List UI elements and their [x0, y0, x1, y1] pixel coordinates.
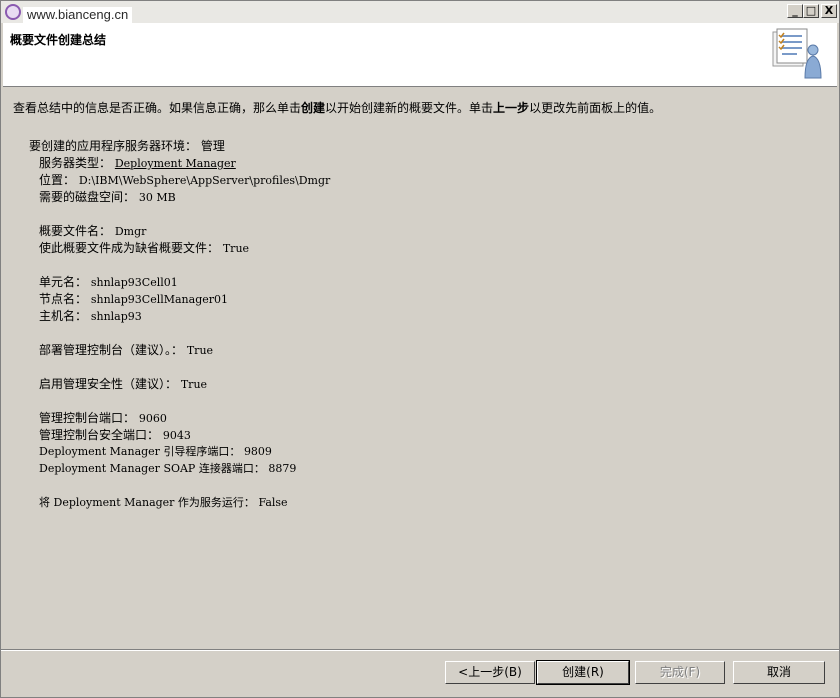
summary-document-icon [772, 28, 822, 79]
run-as-service-row: 将 Deployment Manager 作为服务运行： False [39, 496, 288, 509]
deploy-console-row: 部署管理控制台（建议）。： True [39, 343, 214, 357]
create-word: 创建 [301, 101, 326, 115]
title-bar: www.bianceng.cn _ □ X [1, 1, 839, 23]
footer-separator [1, 649, 839, 651]
disk-row: 需要的磁盘空间： 30 MB [39, 190, 176, 204]
watermark-text: www.bianceng.cn [23, 7, 133, 23]
close-button[interactable]: X [821, 4, 837, 18]
app-icon [5, 4, 21, 20]
security-row: 启用管理安全性（建议）： True [39, 377, 208, 391]
host-row: 主机名： shnlap93 [39, 309, 142, 323]
create-button[interactable]: 创建(R) [536, 660, 630, 685]
console-secure-port-row: 管理控制台安全端口： 9043 [39, 428, 191, 442]
back-word: 上一步 [493, 101, 530, 115]
page-title: 概要文件创建总结 [10, 33, 107, 47]
wizard-window: www.bianceng.cn _ □ X 概要文件创建总结 查看总结中的信息是… [0, 0, 840, 698]
profile-name-row: 概要文件名： Dmgr [39, 224, 147, 238]
instruction-text: 查看总结中的信息是否正确。如果信息正确，那么单击创建以开始创建新的概要文件。单击… [13, 101, 662, 115]
bootstrap-port-row: Deployment Manager 引导程序端口： 9809 [39, 445, 272, 458]
env-row: 要创建的应用程序服务器环境： 管理 [29, 139, 225, 153]
default-profile-row: 使此概要文件成为缺省概要文件： True [39, 241, 250, 255]
maximize-button[interactable]: □ [803, 4, 819, 18]
back-button[interactable]: <上一步(B) [445, 661, 535, 684]
soap-port-row: Deployment Manager SOAP 连接器端口： 8879 [39, 462, 297, 475]
console-port-row: 管理控制台端口： 9060 [39, 411, 167, 425]
finish-button[interactable]: 完成(F) [635, 661, 725, 684]
location-row: 位置： D:\IBM\WebSphere\AppServer\profiles\… [39, 173, 331, 187]
wizard-header: 概要文件创建总结 [3, 23, 837, 87]
minimize-button[interactable]: _ [787, 4, 803, 18]
cell-row: 单元名： shnlap93Cell01 [39, 275, 178, 289]
node-row: 节点名： shnlap93CellManager01 [39, 292, 229, 306]
cancel-button[interactable]: 取消 [733, 661, 825, 684]
server-type-row: 服务器类型： Deployment Manager [39, 156, 236, 170]
